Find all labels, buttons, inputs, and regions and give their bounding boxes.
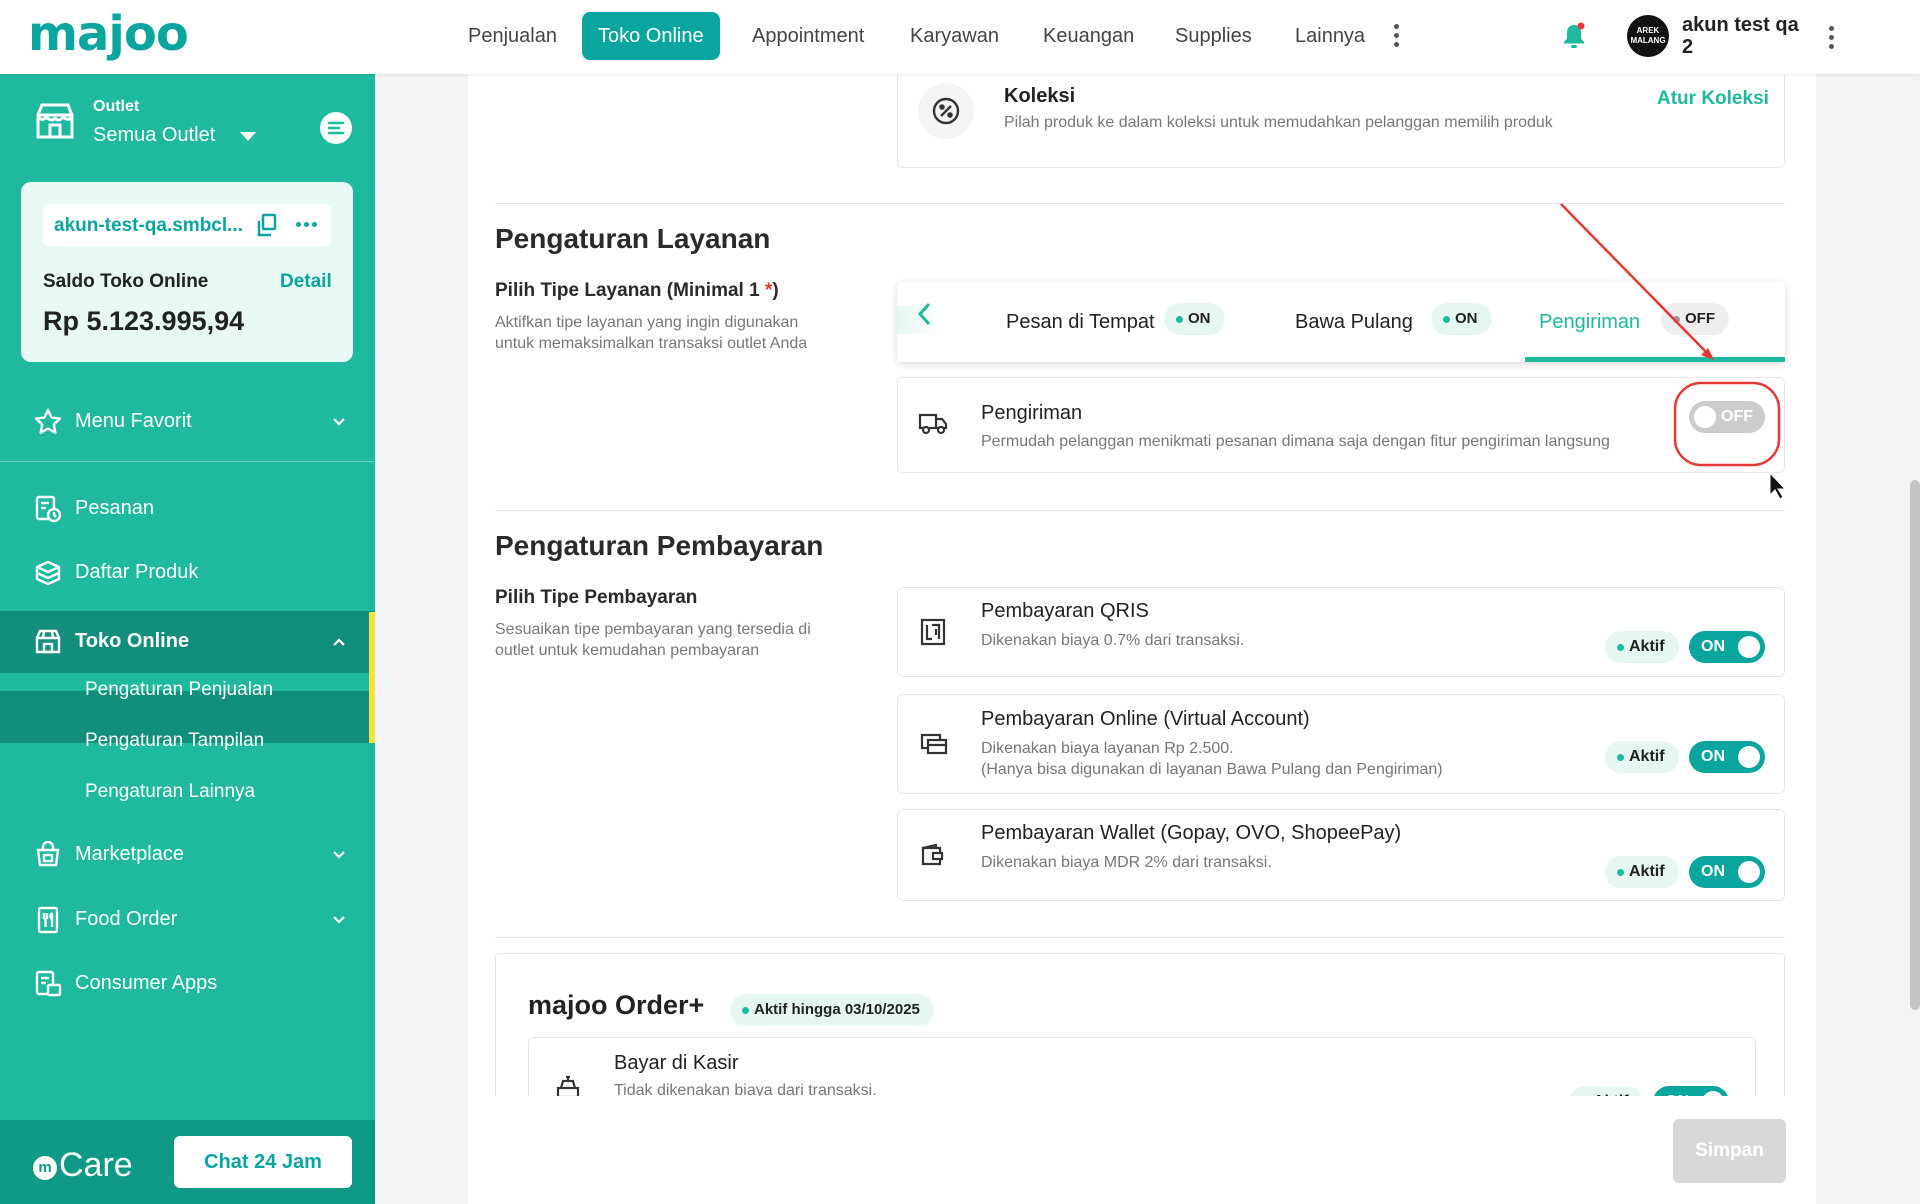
nav-toko-online[interactable]: Toko Online — [582, 12, 720, 60]
more-icon[interactable] — [296, 222, 320, 228]
sidebar-subitem-pengaturan-lainnya[interactable]: Pengaturan Lainnya — [85, 781, 255, 803]
order-icon — [34, 495, 62, 523]
star-icon — [34, 408, 62, 436]
payment-desc: Dikenakan biaya 0.7% dari transaksi. — [981, 632, 1245, 649]
order-plus-title: majoo Order+ — [528, 990, 705, 1020]
user-menu-icon[interactable] — [1828, 26, 1834, 52]
chevron-down-icon — [332, 415, 346, 429]
nav-karyawan[interactable]: Karyawan — [894, 12, 1015, 60]
divider — [495, 937, 1785, 938]
chevron-up-icon — [332, 635, 346, 649]
chat-button[interactable]: Chat 24 Jam — [174, 1136, 352, 1188]
food-icon — [34, 906, 62, 934]
marketplace-icon — [34, 841, 62, 869]
sidebar-divider — [0, 461, 375, 462]
payment-title: Pembayaran QRIS — [981, 600, 1149, 622]
payment-desc: Dikenakan biaya MDR 2% dari transaksi. — [981, 854, 1272, 871]
order-plus-section: majoo Order+ Aktif hingga 03/10/2025 Bay… — [495, 953, 1785, 1096]
payment-option-wallet: Pembayaran Wallet (Gopay, OVO, ShopeePay… — [897, 809, 1785, 901]
sidebar: Outlet Semua Outlet akun-test-qa.smbcl..… — [0, 74, 375, 1204]
card-icon — [920, 731, 948, 755]
status-badge: Aktif — [1569, 1086, 1643, 1096]
sidebar-item-marketplace[interactable]: Marketplace — [0, 824, 375, 886]
nav-more-icon[interactable] — [1393, 24, 1399, 50]
kasir-toggle[interactable]: ON — [1653, 1086, 1729, 1096]
nav-penjualan[interactable]: Penjualan — [452, 12, 573, 60]
user-name[interactable]: akun test qa 2 — [1682, 14, 1812, 58]
save-button[interactable]: Simpan — [1673, 1119, 1786, 1183]
avatar[interactable]: AREK MALANG — [1627, 15, 1669, 57]
sidebar-item-label: Consumer Apps — [75, 972, 218, 994]
payment-option-qris: Pembayaran QRIS Dikenakan biaya 0.7% dar… — [897, 587, 1785, 677]
top-header: majoo Penjualan Toko Online Appointment … — [0, 0, 1920, 74]
saldo-value: Rp 5.123.995,94 — [43, 306, 245, 336]
qris-toggle[interactable]: ON — [1689, 631, 1765, 663]
sidebar-item-food-order[interactable]: Food Order — [0, 889, 375, 951]
copy-icon[interactable] — [256, 213, 278, 237]
main-content: Koleksi Pilah produk ke dalam koleksi un… — [468, 68, 1816, 1204]
box-icon — [34, 559, 62, 587]
sidebar-item-consumer-apps[interactable]: Consumer Apps — [0, 953, 375, 1015]
bayar-di-kasir-desc: Tidak dikenakan biaya dari transaksi. — [614, 1082, 877, 1096]
status-badge: Aktif — [1605, 631, 1679, 663]
status-badge: Aktif hingga 03/10/2025 — [730, 994, 934, 1026]
nav-lainnya[interactable]: Lainnya — [1279, 12, 1381, 60]
sidebar-subitem-pengaturan-penjualan[interactable]: Pengaturan Penjualan — [85, 679, 273, 701]
store-url[interactable]: akun-test-qa.smbcl... — [54, 215, 243, 237]
qris-icon — [920, 618, 946, 646]
nav-keuangan[interactable]: Keuangan — [1027, 12, 1150, 60]
payment-title: Pembayaran Online (Virtual Account) — [981, 708, 1310, 730]
sidebar-item-label: Food Order — [75, 908, 178, 930]
outlet-select[interactable]: Semua Outlet — [93, 124, 215, 147]
shop-icon — [34, 628, 62, 656]
majoo-logo[interactable]: majoo — [28, 10, 189, 58]
sidebar-item-label: Daftar Produk — [75, 561, 199, 583]
store-url-box: akun-test-qa.smbcl... — [43, 204, 331, 246]
pembayaran-label: Pilih Tipe Pembayaran — [495, 587, 698, 608]
sidebar-item-daftar-produk[interactable]: Daftar Produk — [0, 542, 375, 604]
pembayaran-desc: Sesuaikan tipe pembayaran yang tersedia … — [495, 621, 811, 659]
saldo-detail-link[interactable]: Detail — [280, 271, 332, 293]
care-footer: m Care Chat 24 Jam — [0, 1120, 375, 1204]
bayar-di-kasir-card: Bayar di Kasir Tidak dikenakan biaya dar… — [528, 1037, 1756, 1096]
nav-appointment[interactable]: Appointment — [736, 12, 880, 60]
active-indicator — [369, 612, 375, 743]
app-icon — [34, 970, 62, 998]
annotation-overlay — [1560, 203, 1787, 500]
sidebar-item-label: Menu Favorit — [75, 410, 192, 432]
pembayaran-heading: Pengaturan Pembayaran — [495, 530, 824, 561]
payment-title: Pembayaran Wallet (Gopay, OVO, ShopeePay… — [981, 822, 1402, 844]
chevron-down-icon[interactable] — [240, 132, 256, 141]
bayar-di-kasir-title: Bayar di Kasir — [614, 1052, 739, 1074]
sidebar-item-pesanan[interactable]: Pesanan — [0, 478, 375, 540]
store-icon — [34, 101, 76, 141]
sidebar-item-toko-online[interactable]: Toko Online — [0, 611, 375, 673]
scrollbar[interactable] — [1910, 480, 1920, 1010]
status-badge: Aktif — [1605, 741, 1679, 773]
divider — [495, 510, 1785, 511]
va-toggle[interactable]: ON — [1689, 741, 1765, 773]
payment-desc: Dikenakan biaya layanan Rp 2.500. (Hanya … — [981, 740, 1443, 778]
sidebar-item-menu-favorit[interactable]: Menu Favorit — [0, 391, 375, 453]
care-logo: m Care — [33, 1146, 133, 1185]
footer-bar — [468, 1096, 1816, 1204]
store-balance-card: akun-test-qa.smbcl... Saldo Toko Online … — [21, 182, 353, 362]
saldo-label: Saldo Toko Online — [43, 271, 209, 292]
chevron-down-icon — [332, 913, 346, 927]
bell-icon[interactable] — [1561, 22, 1587, 50]
chevron-down-icon — [332, 848, 346, 862]
collapse-sidebar-icon[interactable] — [320, 112, 352, 144]
nav-supplies[interactable]: Supplies — [1159, 12, 1268, 60]
payment-option-va: Pembayaran Online (Virtual Account) Dike… — [897, 694, 1785, 794]
cashier-icon — [555, 1074, 581, 1096]
sidebar-item-label: Marketplace — [75, 843, 184, 865]
wallet-toggle[interactable]: ON — [1689, 856, 1765, 888]
sidebar-item-label: Toko Online — [75, 630, 190, 652]
wallet-icon — [920, 842, 946, 868]
sidebar-subitem-pengaturan-tampilan[interactable]: Pengaturan Tampilan — [85, 730, 264, 752]
outlet-label: Outlet — [93, 98, 140, 115]
care-m-icon: m — [33, 1156, 57, 1180]
status-badge: Aktif — [1605, 856, 1679, 888]
sidebar-item-label: Pesanan — [75, 497, 154, 519]
